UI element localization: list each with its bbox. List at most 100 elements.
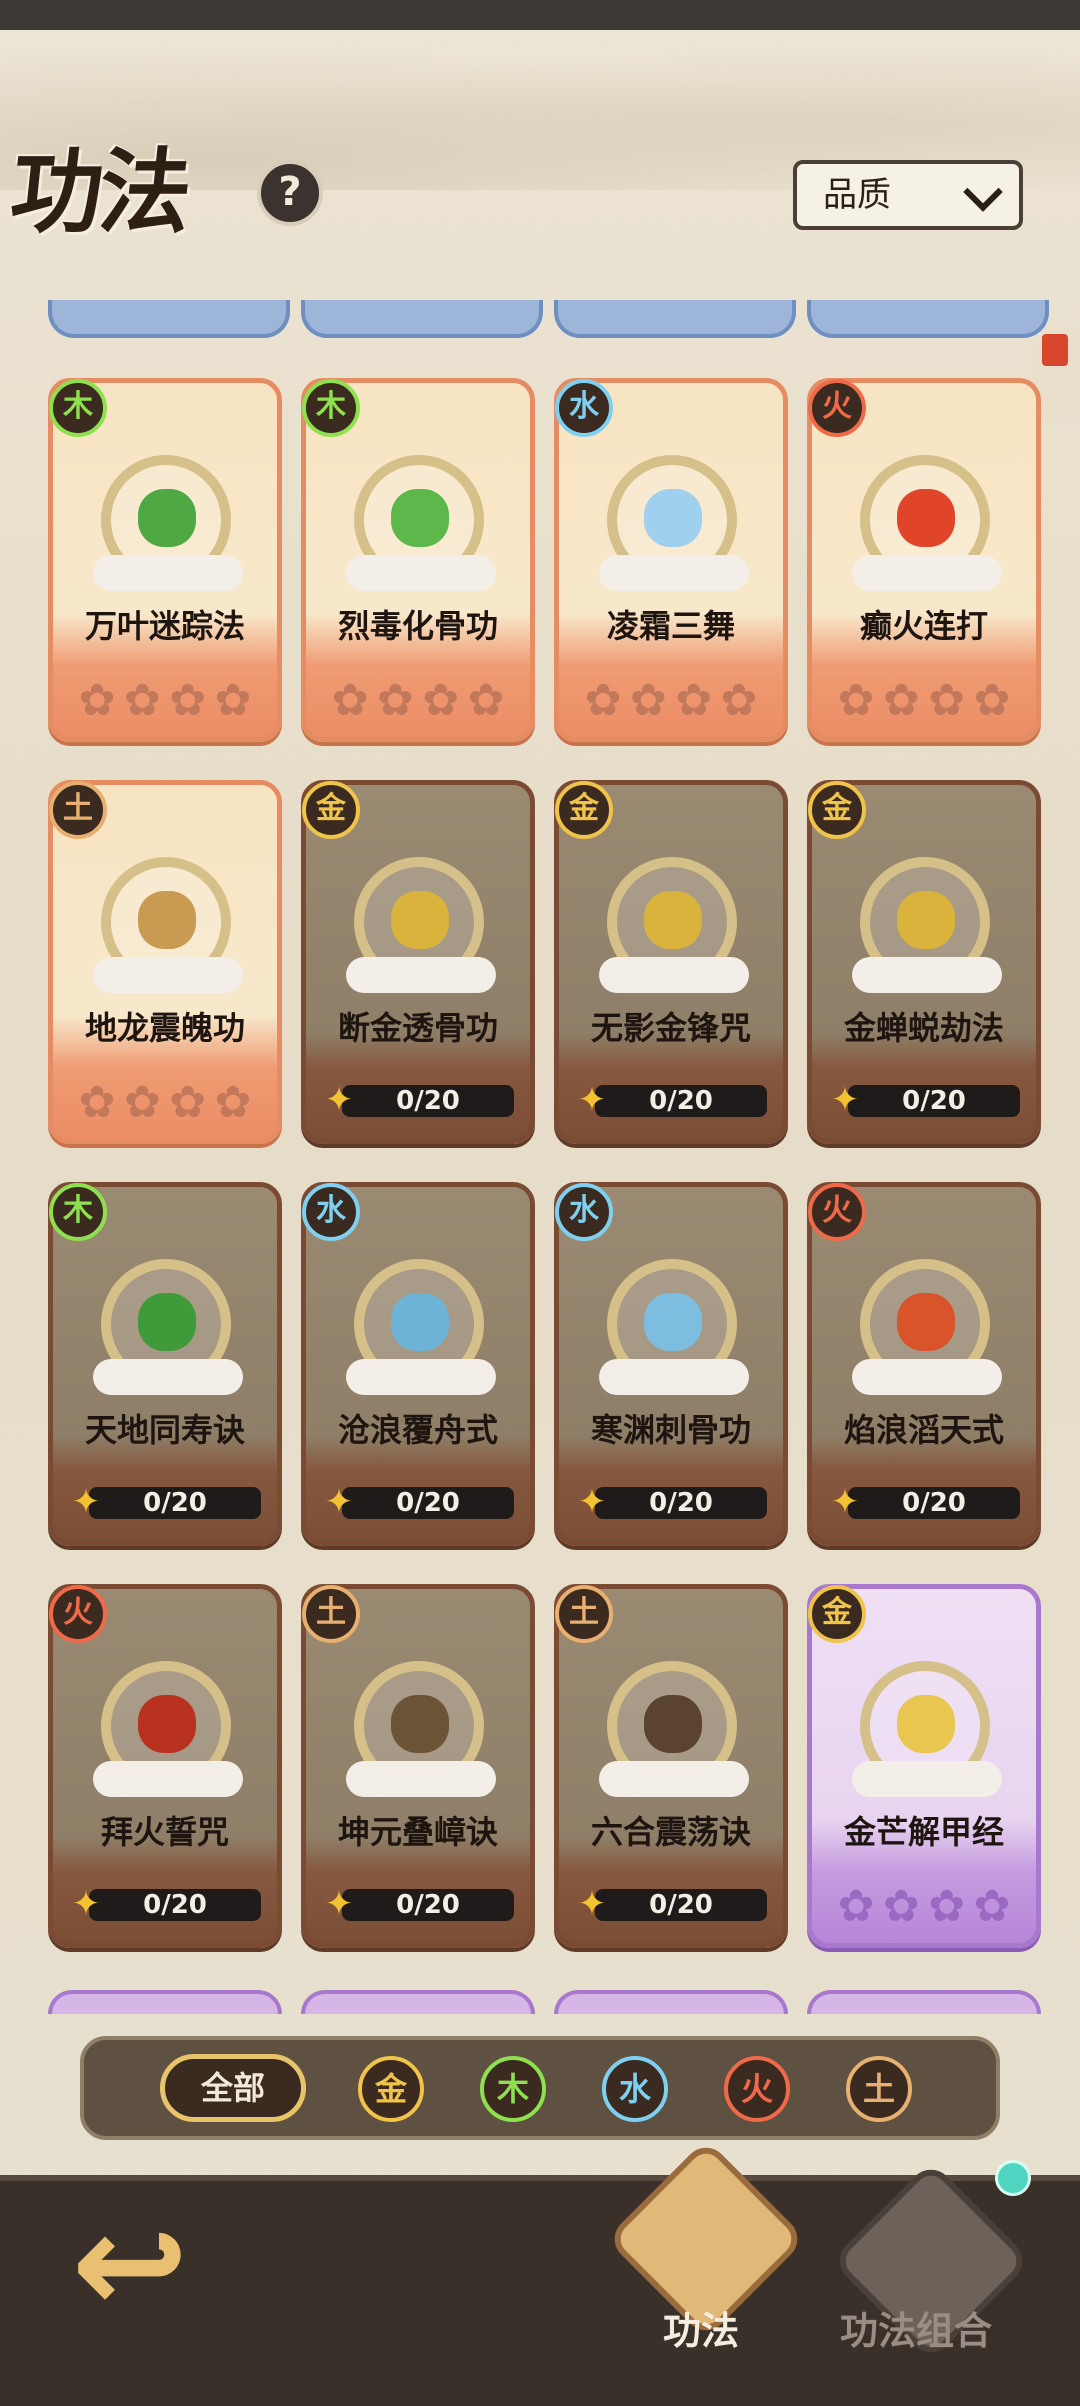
star-rating: ✿ ✿ ✿ ✿ bbox=[836, 675, 1012, 726]
element-badge: 木 bbox=[49, 1183, 107, 1241]
element-badge: 木 bbox=[302, 379, 360, 437]
element-badge: 土 bbox=[49, 781, 107, 839]
element-badge: 木 bbox=[49, 379, 107, 437]
element-badge: 土 bbox=[555, 1585, 613, 1643]
skill-name: 金蝉蜕劫法 bbox=[843, 1009, 1004, 1047]
skill-card[interactable]: 火焰浪滔天式 0/20 ✦ bbox=[807, 1182, 1041, 1546]
star-icon: ✿ bbox=[928, 1881, 966, 1932]
notification-spark-icon bbox=[995, 2160, 1031, 2196]
element-badge: 火 bbox=[808, 1183, 866, 1241]
skill-name: 拜火誓咒 bbox=[100, 1813, 229, 1851]
skill-art-icon bbox=[346, 1653, 496, 1797]
filter-water-button[interactable]: 水 bbox=[602, 2056, 668, 2122]
fragment-count: 0/20 bbox=[89, 1889, 261, 1921]
skill-art-icon bbox=[93, 1251, 243, 1395]
card-bottom-partial bbox=[48, 1990, 282, 2014]
filter-metal-button[interactable]: 金 bbox=[358, 2056, 424, 2122]
skill-card[interactable]: 金金芒解甲经 ✿ ✿ ✿ ✿ bbox=[807, 1584, 1041, 1948]
card-top-partial bbox=[807, 300, 1049, 338]
fragment-progress: 0/20 ✦ bbox=[826, 1483, 1022, 1521]
tab-skills[interactable]: 功法 bbox=[663, 2300, 739, 2355]
puzzle-piece-icon: ✦ bbox=[324, 1884, 354, 1924]
fragment-count: 0/20 bbox=[595, 1487, 767, 1519]
skill-card[interactable]: 水沧浪覆舟式 0/20 ✦ bbox=[301, 1182, 535, 1546]
skill-card[interactable]: 土六合震荡诀 0/20 ✦ bbox=[554, 1584, 788, 1948]
star-icon: ✿ bbox=[584, 675, 622, 726]
skill-card[interactable]: 水凌霜三舞 ✿ ✿ ✿ ✿ bbox=[554, 378, 788, 742]
skill-art-icon bbox=[852, 1251, 1002, 1395]
skill-name: 金芒解甲经 bbox=[843, 1813, 1004, 1851]
skill-art-icon bbox=[852, 447, 1002, 591]
quality-sort-dropdown[interactable]: 品质 bbox=[793, 160, 1023, 230]
element-badge: 水 bbox=[302, 1183, 360, 1241]
tab-skill-combo[interactable]: 功法组合 bbox=[840, 2300, 992, 2355]
card-bottom-partial bbox=[807, 1990, 1041, 2014]
fragment-progress: 0/20 ✦ bbox=[320, 1081, 516, 1119]
puzzle-piece-icon: ✦ bbox=[324, 1482, 354, 1522]
skill-card[interactable]: 土地龙震魄功 ✿ ✿ ✿ ✿ bbox=[48, 780, 282, 1144]
element-badge: 金 bbox=[302, 781, 360, 839]
skill-card[interactable]: 金金蝉蜕劫法 0/20 ✦ bbox=[807, 780, 1041, 1144]
puzzle-piece-icon: ✦ bbox=[577, 1482, 607, 1522]
chevron-down-icon bbox=[963, 172, 1003, 212]
filter-all-button[interactable]: 全部 bbox=[160, 2054, 306, 2122]
skill-name: 断金透骨功 bbox=[337, 1009, 498, 1047]
star-icon: ✿ bbox=[928, 675, 966, 726]
skill-card[interactable]: 木烈毒化骨功 ✿ ✿ ✿ ✿ bbox=[301, 378, 535, 742]
filter-fire-button[interactable]: 火 bbox=[724, 2056, 790, 2122]
skill-name: 沧浪覆舟式 bbox=[337, 1411, 498, 1449]
star-icon: ✿ bbox=[169, 675, 207, 726]
puzzle-piece-icon: ✦ bbox=[71, 1884, 101, 1924]
fragment-count: 0/20 bbox=[595, 1085, 767, 1117]
quality-sort-label: 品质 bbox=[823, 175, 891, 215]
skill-card[interactable]: 土坤元叠嶂诀 0/20 ✦ bbox=[301, 1584, 535, 1948]
star-icon: ✿ bbox=[123, 1077, 161, 1128]
skill-name: 癫火连打 bbox=[859, 607, 988, 645]
star-icon: ✿ bbox=[467, 675, 505, 726]
filter-wood-button[interactable]: 木 bbox=[480, 2056, 546, 2122]
element-badge: 土 bbox=[302, 1585, 360, 1643]
skill-card[interactable]: 金断金透骨功 0/20 ✦ bbox=[301, 780, 535, 1144]
card-bottom-partial bbox=[301, 1990, 535, 2014]
star-icon: ✿ bbox=[882, 675, 920, 726]
star-icon: ✿ bbox=[214, 1077, 252, 1128]
puzzle-piece-icon: ✦ bbox=[577, 1884, 607, 1924]
skill-name: 无影金锋咒 bbox=[590, 1009, 751, 1047]
element-badge: 水 bbox=[555, 1183, 613, 1241]
star-icon: ✿ bbox=[837, 1881, 875, 1932]
element-filter-bar: 全部 金 木 水 火 土 bbox=[80, 2036, 1000, 2140]
skill-art-icon bbox=[346, 447, 496, 591]
fragment-count: 0/20 bbox=[848, 1487, 1020, 1519]
skill-art-icon bbox=[346, 849, 496, 993]
element-badge: 火 bbox=[49, 1585, 107, 1643]
card-bottom-partial bbox=[554, 1990, 788, 2014]
fragment-progress: 0/20 ✦ bbox=[573, 1081, 769, 1119]
filter-earth-button[interactable]: 土 bbox=[846, 2056, 912, 2122]
skill-card[interactable]: 木万叶迷踪法 ✿ ✿ ✿ ✿ bbox=[48, 378, 282, 742]
skill-art-icon bbox=[599, 1251, 749, 1395]
star-icon: ✿ bbox=[675, 675, 713, 726]
skill-card[interactable]: 火癫火连打 ✿ ✿ ✿ ✿ bbox=[807, 378, 1041, 742]
card-top-partial bbox=[301, 300, 543, 338]
skill-name: 万叶迷踪法 bbox=[84, 607, 245, 645]
skill-card[interactable]: 火拜火誓咒 0/20 ✦ bbox=[48, 1584, 282, 1948]
fragment-count: 0/20 bbox=[342, 1085, 514, 1117]
element-badge: 金 bbox=[808, 1585, 866, 1643]
star-icon: ✿ bbox=[720, 675, 758, 726]
back-arrow-icon[interactable]: ↩ bbox=[55, 2195, 205, 2335]
skill-card[interactable]: 金无影金锋咒 0/20 ✦ bbox=[554, 780, 788, 1144]
skill-art-icon bbox=[599, 1653, 749, 1797]
help-icon[interactable]: ? bbox=[257, 160, 323, 226]
fragment-progress: 0/20 ✦ bbox=[573, 1885, 769, 1923]
skill-card[interactable]: 水寒渊刺骨功 0/20 ✦ bbox=[554, 1182, 788, 1546]
skill-name: 天地同寿诀 bbox=[84, 1411, 245, 1449]
fragment-progress: 0/20 ✦ bbox=[320, 1885, 516, 1923]
element-badge: 火 bbox=[808, 379, 866, 437]
element-badge: 水 bbox=[555, 379, 613, 437]
skill-art-icon bbox=[346, 1251, 496, 1395]
star-icon: ✿ bbox=[78, 675, 116, 726]
skill-card[interactable]: 木天地同寿诀 0/20 ✦ bbox=[48, 1182, 282, 1546]
star-rating: ✿ ✿ ✿ ✿ bbox=[77, 1077, 253, 1128]
fragment-count: 0/20 bbox=[595, 1889, 767, 1921]
puzzle-piece-icon: ✦ bbox=[577, 1080, 607, 1120]
